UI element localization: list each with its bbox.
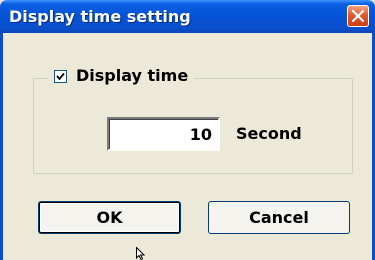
close-icon [352, 10, 364, 22]
dialog-window: Display time setting Display time Second… [0, 0, 375, 260]
ok-button[interactable]: OK [38, 201, 181, 234]
display-time-label: Display time [76, 66, 189, 85]
title-bar[interactable]: Display time setting [0, 0, 375, 33]
cancel-button[interactable]: Cancel [208, 201, 350, 234]
display-time-checkbox-row[interactable]: Display time [48, 64, 195, 88]
display-time-input[interactable] [107, 117, 220, 151]
window-frame-left [0, 33, 3, 260]
display-time-checkbox[interactable] [54, 69, 67, 83]
check-icon [56, 72, 65, 80]
unit-label: Second [236, 124, 302, 143]
close-button[interactable] [347, 5, 369, 27]
mouse-cursor-icon [136, 247, 146, 260]
dialog-title: Display time setting [9, 7, 191, 26]
